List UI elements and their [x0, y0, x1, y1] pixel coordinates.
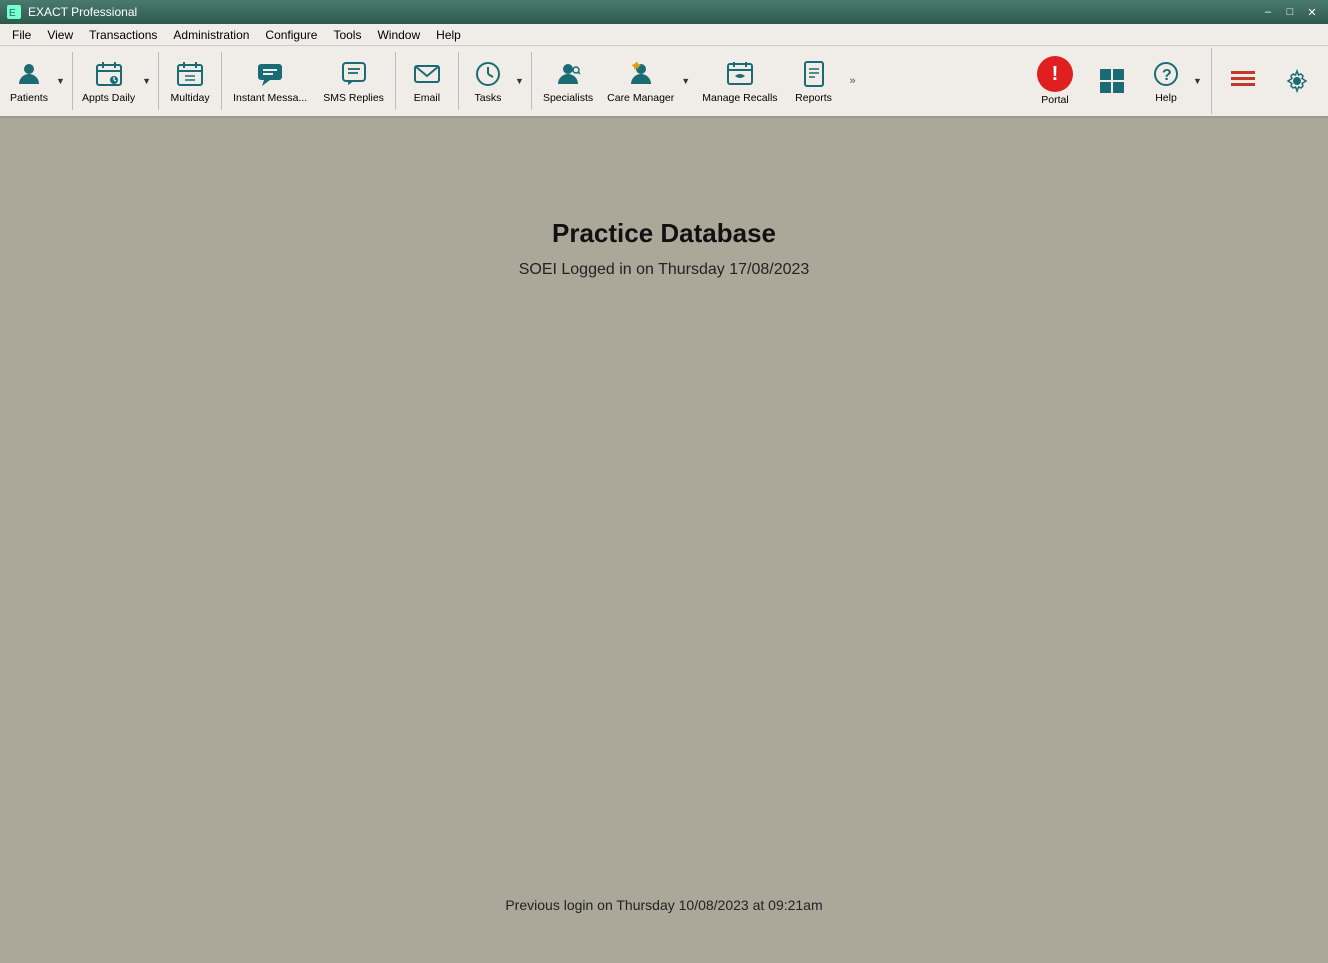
- close-button[interactable]: ✕: [1302, 3, 1322, 21]
- instant-messages-button[interactable]: Instant Messa...: [226, 48, 314, 114]
- menu-help[interactable]: Help: [428, 26, 469, 44]
- settings-area: [1211, 48, 1324, 114]
- minimize-button[interactable]: –: [1258, 3, 1278, 21]
- menu-administration[interactable]: Administration: [165, 26, 257, 44]
- reports-icon: [798, 58, 830, 90]
- menu-window[interactable]: Window: [369, 26, 428, 44]
- menu-file[interactable]: File: [4, 26, 39, 44]
- more-button[interactable]: »: [843, 48, 863, 114]
- calendar-clock-icon: [93, 58, 125, 90]
- red-settings-button[interactable]: [1216, 61, 1270, 101]
- appts-daily-button[interactable]: Appts Daily: [77, 48, 140, 114]
- appts-daily-btn-group: Appts Daily ▼: [77, 48, 154, 114]
- main-content: Practice Database SOEI Logged in on Thur…: [0, 118, 1328, 963]
- recall-icon: [724, 58, 756, 90]
- care-manager-arrow[interactable]: ▼: [679, 48, 693, 114]
- window-controls: – □ ✕: [1258, 3, 1322, 21]
- alert-icon: !: [1037, 56, 1073, 92]
- settings-red-icon: [1227, 65, 1259, 97]
- portal-button[interactable]: ! Portal: [1027, 48, 1083, 114]
- multiday-label: Multiday: [171, 92, 210, 104]
- patients-btn-group: Patients ▼: [4, 48, 68, 114]
- care-icon: [625, 58, 657, 90]
- grid-tool-button[interactable]: [1085, 48, 1139, 114]
- svg-text:E: E: [9, 8, 16, 19]
- reports-button[interactable]: Reports: [787, 48, 841, 114]
- help-btn-group: ? Help ▼: [1141, 48, 1205, 114]
- portal-label: Portal: [1041, 94, 1068, 106]
- title-bar: E EXACT Professional – □ ✕: [0, 0, 1328, 24]
- svg-text:?: ?: [1162, 67, 1172, 84]
- help-arrow[interactable]: ▼: [1191, 48, 1205, 114]
- menu-configure[interactable]: Configure: [257, 26, 325, 44]
- person-icon: [13, 58, 45, 90]
- sms-icon: [338, 58, 370, 90]
- tasks-button[interactable]: Tasks: [463, 48, 513, 114]
- right-tools: ! Portal ?: [1027, 48, 1324, 114]
- previous-login: Previous login on Thursday 10/08/2023 at…: [505, 897, 822, 913]
- menu-bar: File View Transactions Administration Co…: [0, 24, 1328, 46]
- email-icon: [411, 58, 443, 90]
- tasks-btn-group: Tasks ▼: [463, 48, 527, 114]
- gear-wrench-icon: [1281, 65, 1313, 97]
- reports-label: Reports: [795, 92, 832, 104]
- specialists-button[interactable]: Specialists: [536, 48, 600, 114]
- menu-tools[interactable]: Tools: [325, 26, 369, 44]
- appts-daily-arrow[interactable]: ▼: [140, 48, 154, 114]
- sms-replies-button[interactable]: SMS Replies: [316, 48, 391, 114]
- tasks-label: Tasks: [475, 92, 502, 104]
- help-label: Help: [1155, 92, 1177, 104]
- manage-recalls-label: Manage Recalls: [702, 92, 777, 104]
- appts-daily-label: Appts Daily: [82, 92, 135, 104]
- specialist-icon: [552, 58, 584, 90]
- tasks-arrow[interactable]: ▼: [513, 48, 527, 114]
- patients-label: Patients: [10, 92, 48, 104]
- database-title: Practice Database: [552, 218, 776, 249]
- sms-replies-label: SMS Replies: [323, 92, 384, 104]
- help-icon: ?: [1150, 58, 1182, 90]
- instant-messages-label: Instant Messa...: [233, 92, 307, 104]
- care-manager-label: Care Manager: [607, 92, 674, 104]
- multiday-button[interactable]: Multiday: [163, 48, 217, 114]
- patients-arrow[interactable]: ▼: [54, 48, 68, 114]
- chat-icon: [254, 58, 286, 90]
- email-button[interactable]: Email: [400, 48, 454, 114]
- more-symbol: »: [850, 75, 856, 87]
- help-button[interactable]: ? Help: [1141, 48, 1191, 114]
- scissors-icon: [1096, 65, 1128, 97]
- window-title: EXACT Professional: [28, 5, 1258, 19]
- tool-settings-button[interactable]: [1270, 61, 1324, 101]
- toolbar: Patients ▼ Appts Daily ▼: [0, 46, 1328, 118]
- multiday-icon: [174, 58, 206, 90]
- login-status: SOEI Logged in on Thursday 17/08/2023: [519, 261, 810, 279]
- care-manager-btn-group: Care Manager ▼: [602, 48, 693, 114]
- restore-button[interactable]: □: [1280, 3, 1300, 21]
- email-label: Email: [414, 92, 440, 104]
- care-manager-button[interactable]: Care Manager: [602, 48, 679, 114]
- specialists-label: Specialists: [543, 92, 593, 104]
- menu-view[interactable]: View: [39, 26, 81, 44]
- manage-recalls-button[interactable]: Manage Recalls: [695, 48, 784, 114]
- center-content: Practice Database SOEI Logged in on Thur…: [519, 218, 810, 279]
- menu-transactions[interactable]: Transactions: [81, 26, 165, 44]
- clock-icon: [472, 58, 504, 90]
- app-icon: E: [6, 4, 22, 20]
- patients-button[interactable]: Patients: [4, 48, 54, 114]
